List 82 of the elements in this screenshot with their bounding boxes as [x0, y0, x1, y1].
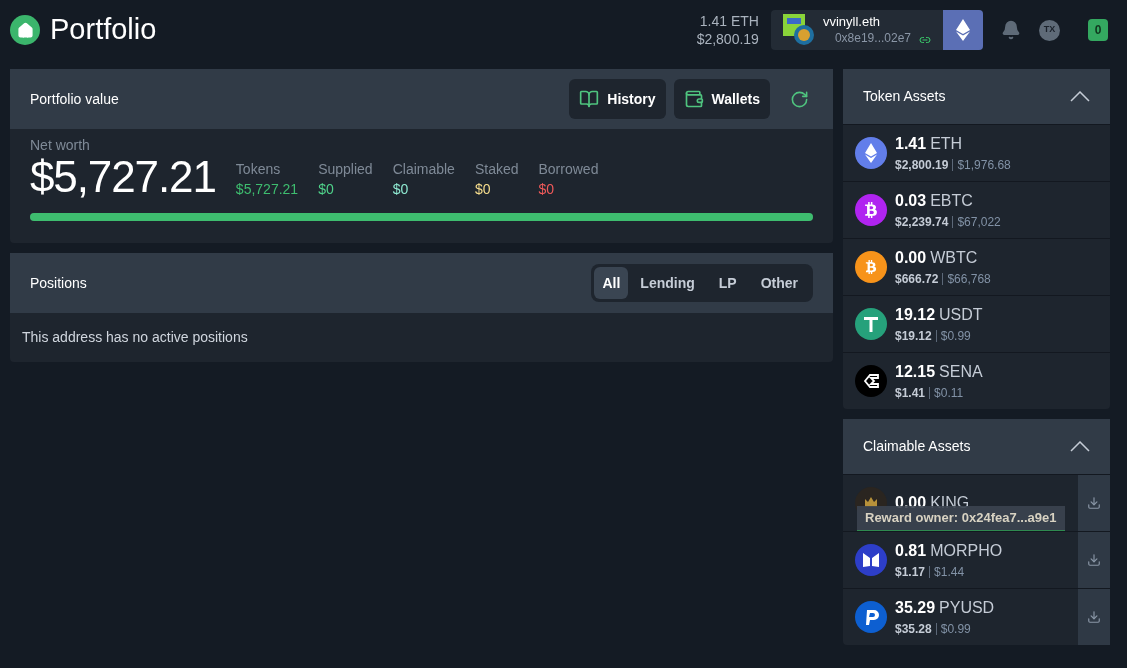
bitcoin-icon: [855, 251, 887, 283]
token-symbol: PYUSD: [939, 598, 995, 618]
wallet-icon: [683, 89, 704, 109]
token-value: $19.12: [895, 328, 932, 345]
empty-message: This address has no active positions: [21, 328, 249, 347]
wallets-button[interactable]: Wallets: [673, 79, 770, 119]
refresh-icon[interactable]: [790, 89, 809, 109]
avatar-icon: [782, 14, 815, 46]
breakdown-value: $0: [392, 180, 410, 199]
usd-balance: $2,800.19: [696, 30, 759, 48]
breakdown-label: Tokens: [235, 160, 282, 179]
chevron-up-icon: [1070, 91, 1090, 102]
tether-icon: [855, 308, 887, 340]
token-price: $0.99: [940, 621, 971, 638]
token-symbol: USDT: [939, 305, 983, 325]
sigma-icon: [855, 365, 887, 397]
token-value: $666.72: [895, 271, 939, 288]
breakdown-label: Staked: [474, 160, 519, 179]
panel-title: Portfolio value: [30, 89, 119, 109]
token-value: $1.41: [895, 385, 926, 402]
chevron-up-icon: [1070, 441, 1090, 452]
filter-tab[interactable]: Other: [752, 267, 806, 299]
token-price: $0.11: [934, 385, 964, 402]
panel-title: Token Assets: [863, 87, 946, 106]
token-amount: 12.15: [895, 362, 936, 382]
token-price: $0.99: [940, 328, 971, 345]
download-icon: [1087, 553, 1101, 567]
ethereum-icon: [855, 137, 887, 169]
paypal-icon: [855, 601, 887, 633]
history-button[interactable]: History: [569, 79, 666, 119]
page-title: Portfolio: [50, 12, 157, 48]
token-amount: 0.00: [895, 248, 927, 268]
panel-title: Positions: [30, 273, 87, 293]
breakdown-label: Supplied: [318, 160, 373, 179]
token-symbol: WBTC: [930, 248, 978, 268]
token-value: $1.17: [895, 564, 926, 581]
token-symbol: EBTC: [930, 191, 973, 211]
account-address: 0x8e19...02e7: [833, 30, 911, 46]
token-price: $1,976.68: [957, 157, 1011, 174]
token-price: $1.44: [934, 564, 965, 581]
breakdown-label: Claimable: [392, 160, 455, 179]
token-value: $2,800.19: [895, 157, 949, 174]
token-price: $67,022: [957, 214, 1001, 231]
collapse-button[interactable]: [1070, 441, 1090, 452]
breakdown-value: $5,727.21: [235, 180, 299, 199]
token-amount: 19.12: [895, 305, 936, 325]
download-icon: [1087, 496, 1101, 510]
filter-tab[interactable]: All: [594, 267, 629, 299]
token-symbol: SENA: [939, 362, 983, 382]
download-icon: [1087, 610, 1101, 624]
link-icon: [919, 34, 931, 46]
token-symbol: MORPHO: [930, 541, 1003, 561]
token-value: $35.28: [895, 621, 932, 638]
token-price: $66,768: [947, 271, 991, 288]
token-amount: 35.29: [895, 598, 936, 618]
breakdown-value: $0: [318, 180, 335, 199]
token-amount: 0.81: [895, 541, 927, 561]
butterfly-icon: [855, 544, 887, 576]
net-worth-label: Net worth: [30, 137, 91, 153]
tooltip: Reward owner: 0x24fea7...a9e1: [857, 506, 1065, 532]
token-amount: 0.03: [895, 191, 927, 211]
panel-title: Claimable Assets: [863, 437, 971, 456]
token-value: $2,239.74: [895, 214, 949, 231]
filter-tab[interactable]: LP: [710, 267, 745, 299]
book-icon: [579, 89, 600, 109]
breakdown-label: Borrowed: [538, 160, 599, 179]
token-amount: 1.41: [895, 134, 927, 154]
eth-balance: 1.41 ETH: [699, 12, 759, 30]
network-button[interactable]: [943, 10, 983, 50]
collapse-button[interactable]: [1070, 91, 1090, 102]
ethereum-icon: [956, 19, 970, 41]
home-icon[interactable]: [10, 15, 40, 45]
account-card[interactable]: vvinyll.eth 0x8e19...02e7: [770, 10, 983, 50]
token-symbol: ETH: [930, 134, 963, 154]
breakdown-value: $0: [538, 180, 556, 199]
breakdown-value: $0: [474, 180, 492, 199]
net-worth-value: $5,727.21: [30, 153, 216, 201]
account-name: vvinyll.eth: [822, 14, 881, 30]
gas-button[interactable]: 0: [1088, 19, 1108, 41]
bitcoin-icon: [855, 194, 887, 226]
bell-icon[interactable]: [1001, 20, 1021, 40]
filter-tab[interactable]: Lending: [632, 267, 703, 299]
